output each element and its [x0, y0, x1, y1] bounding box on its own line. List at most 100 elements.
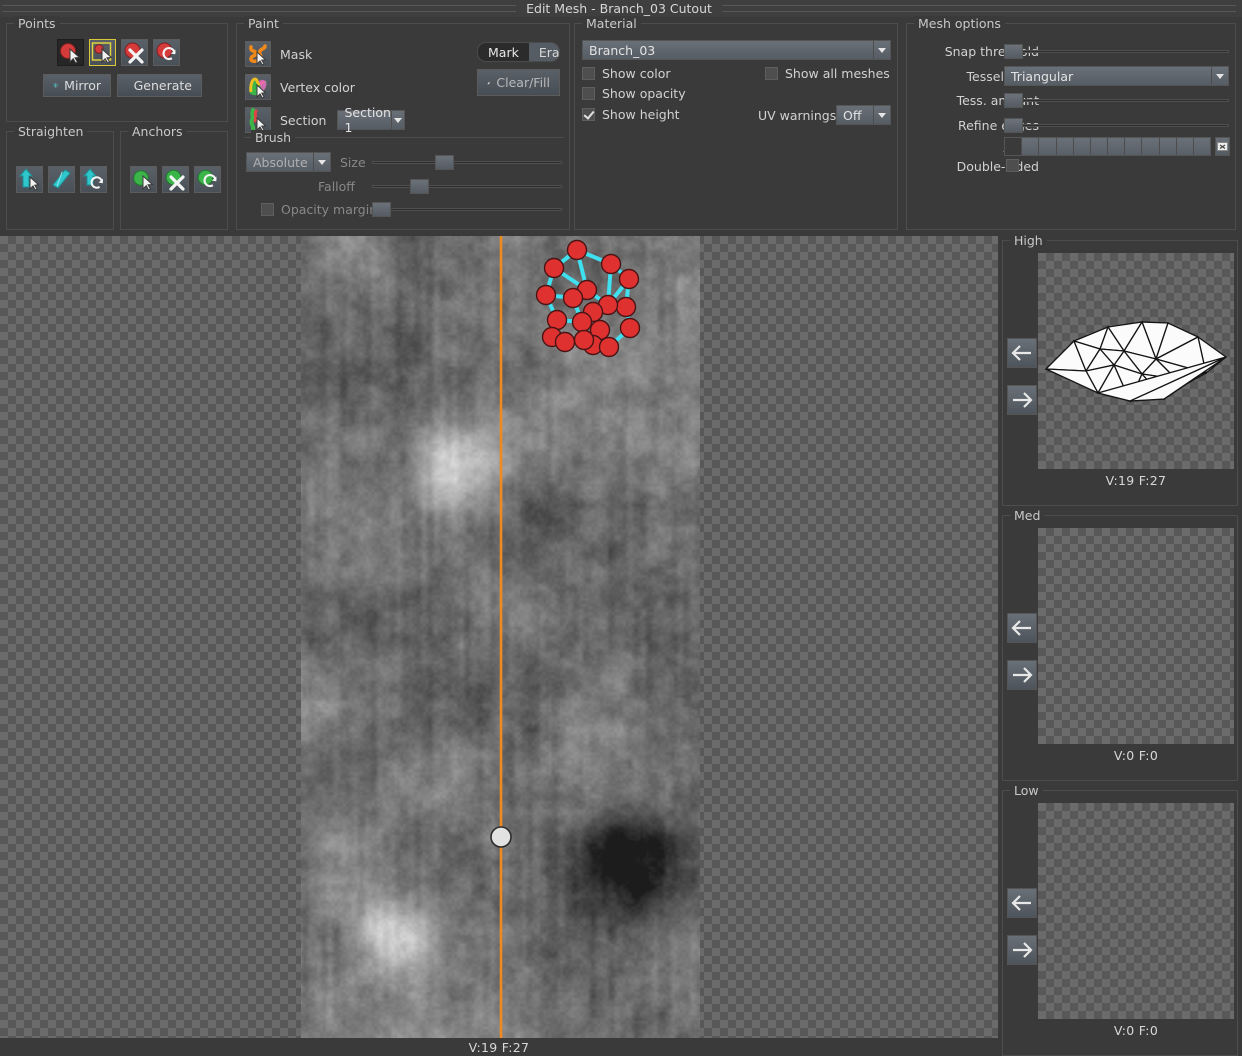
- refine-edges-slider[interactable]: [1004, 117, 1229, 133]
- reset-points-button[interactable]: [153, 39, 180, 66]
- paint-legend: Paint: [244, 16, 283, 31]
- show-all-meshes-checkbox[interactable]: [765, 67, 778, 80]
- brush-mode-select[interactable]: Absolute: [246, 152, 331, 172]
- preview-high-next-button[interactable]: [1007, 385, 1037, 415]
- mirror-button[interactable]: Mirror: [43, 74, 111, 97]
- chevron-down-icon[interactable]: [873, 41, 890, 59]
- chevron-down-icon[interactable]: [390, 111, 405, 129]
- show-opacity-checkbox[interactable]: [582, 87, 595, 100]
- preview-med-canvas[interactable]: [1038, 528, 1234, 744]
- paint-group: Paint Mask Vertex color Section Section …: [236, 16, 570, 230]
- slider-knob[interactable]: [435, 155, 454, 170]
- angle-segment-6[interactable]: [1108, 138, 1126, 155]
- mesh-vertex[interactable]: [571, 311, 593, 333]
- mesh-vertex[interactable]: [543, 257, 565, 279]
- mesh-vertex[interactable]: [615, 296, 637, 318]
- angle-segment-5[interactable]: [1090, 138, 1109, 155]
- brush-falloff-slider[interactable]: [372, 178, 562, 194]
- mesh-vertex[interactable]: [546, 309, 568, 331]
- tessellation-select[interactable]: Triangular: [1004, 66, 1229, 86]
- angle-segment-3[interactable]: [1056, 138, 1074, 155]
- anchors-legend: Anchors: [128, 124, 187, 139]
- generate-button[interactable]: Generate: [117, 74, 202, 97]
- preview-high-canvas[interactable]: [1038, 253, 1234, 469]
- generate-label: Generate: [133, 78, 192, 93]
- arrow-right-icon: [1013, 667, 1033, 683]
- brush-group: Brush Absolute Size Falloff Opacity marg…: [244, 130, 564, 223]
- mesh-vertex[interactable]: [619, 317, 641, 339]
- mesh-vertex[interactable]: [618, 268, 640, 290]
- title-grip-right: [721, 5, 1237, 12]
- angle-segment-2[interactable]: [1039, 138, 1057, 155]
- angle-segment-9[interactable]: [1159, 138, 1177, 155]
- slider-track: [372, 185, 562, 188]
- select-points-button[interactable]: [57, 39, 84, 66]
- mesh-vertex[interactable]: [566, 239, 588, 261]
- angle-segment-1[interactable]: [1022, 138, 1040, 155]
- brush-falloff-label: Falloff: [318, 179, 355, 194]
- mesh-viewport[interactable]: [0, 236, 998, 1038]
- preview-low-next-button[interactable]: [1007, 935, 1037, 965]
- mark-erase-toggle[interactable]: Mark Erase: [477, 42, 560, 62]
- preview-med-next-button[interactable]: [1007, 660, 1037, 690]
- erase-option[interactable]: Erase: [528, 43, 559, 61]
- preview-med-prev-button[interactable]: [1007, 613, 1037, 643]
- section-select[interactable]: Section 1: [337, 105, 406, 135]
- straighten-band-button[interactable]: [48, 166, 75, 193]
- straighten-reset-button[interactable]: [80, 166, 107, 193]
- anchor-select-button[interactable]: [130, 166, 157, 193]
- angle-segment-4[interactable]: [1073, 138, 1091, 155]
- angle-segment-bar[interactable]: [1004, 137, 1211, 156]
- anchor-reset-button[interactable]: [194, 166, 221, 193]
- material-select[interactable]: Branch_03: [582, 40, 891, 60]
- opacity-margin-slider[interactable]: [372, 201, 562, 217]
- delete-point-button[interactable]: [121, 39, 148, 66]
- arrow-right-icon: [1013, 392, 1033, 408]
- mesh-vertex[interactable]: [598, 336, 620, 358]
- title-grip-left: [2, 5, 517, 12]
- preview-low-canvas[interactable]: [1038, 803, 1234, 1019]
- points-legend: Points: [14, 16, 60, 31]
- angle-segment-11[interactable]: [1193, 138, 1211, 155]
- arrow-left-icon: [1011, 895, 1031, 911]
- mask-button[interactable]: [245, 41, 271, 67]
- preview-med-status: V:0 F:0: [1113, 748, 1159, 763]
- mesh-overlay[interactable]: [0, 236, 998, 1038]
- add-point-button[interactable]: [89, 39, 116, 66]
- tess-amount-slider[interactable]: [1004, 92, 1229, 108]
- mesh-vertex[interactable]: [600, 253, 622, 275]
- brush-size-slider[interactable]: [372, 154, 562, 170]
- show-color-checkbox[interactable]: [582, 67, 595, 80]
- angle-segment-8[interactable]: [1142, 138, 1160, 155]
- straighten-pick-button[interactable]: [16, 166, 43, 193]
- snap-threshold-slider[interactable]: [1004, 43, 1229, 59]
- mesh-vertex[interactable]: [554, 331, 576, 353]
- clear-fill-button[interactable]: Clear/Fill: [477, 69, 560, 96]
- chevron-down-icon[interactable]: [313, 153, 330, 171]
- slider-knob[interactable]: [372, 202, 391, 217]
- mesh-vertex[interactable]: [535, 284, 557, 306]
- opacity-margin-checkbox[interactable]: [261, 203, 274, 216]
- double-sided-checkbox[interactable]: [1006, 159, 1019, 172]
- chevron-down-icon[interactable]: [1211, 67, 1228, 85]
- mesh-vertices: [535, 239, 641, 358]
- preview-high-group: High V:19 F:27: [1002, 233, 1238, 506]
- slider-knob[interactable]: [1004, 44, 1023, 59]
- preview-high-prev-button[interactable]: [1007, 338, 1037, 368]
- uv-warnings-select[interactable]: Off: [836, 105, 891, 125]
- angle-segment-0[interactable]: [1005, 138, 1023, 155]
- preview-low-prev-button[interactable]: [1007, 888, 1037, 918]
- slider-knob[interactable]: [1004, 118, 1023, 133]
- angle-segment-10[interactable]: [1176, 138, 1194, 155]
- slider-knob[interactable]: [1004, 93, 1023, 108]
- show-height-checkbox[interactable]: [582, 108, 595, 121]
- angle-segment-7[interactable]: [1125, 138, 1143, 155]
- chevron-down-icon[interactable]: [873, 106, 890, 124]
- slider-knob[interactable]: [410, 179, 429, 194]
- anchor-delete-button[interactable]: [162, 166, 189, 193]
- angle-clear-button[interactable]: [1215, 137, 1230, 156]
- mark-option[interactable]: Mark: [478, 43, 529, 61]
- mesh-vertex[interactable]: [573, 329, 595, 351]
- vertex-color-button[interactable]: [245, 74, 271, 100]
- mesh-vertex[interactable]: [562, 287, 584, 309]
